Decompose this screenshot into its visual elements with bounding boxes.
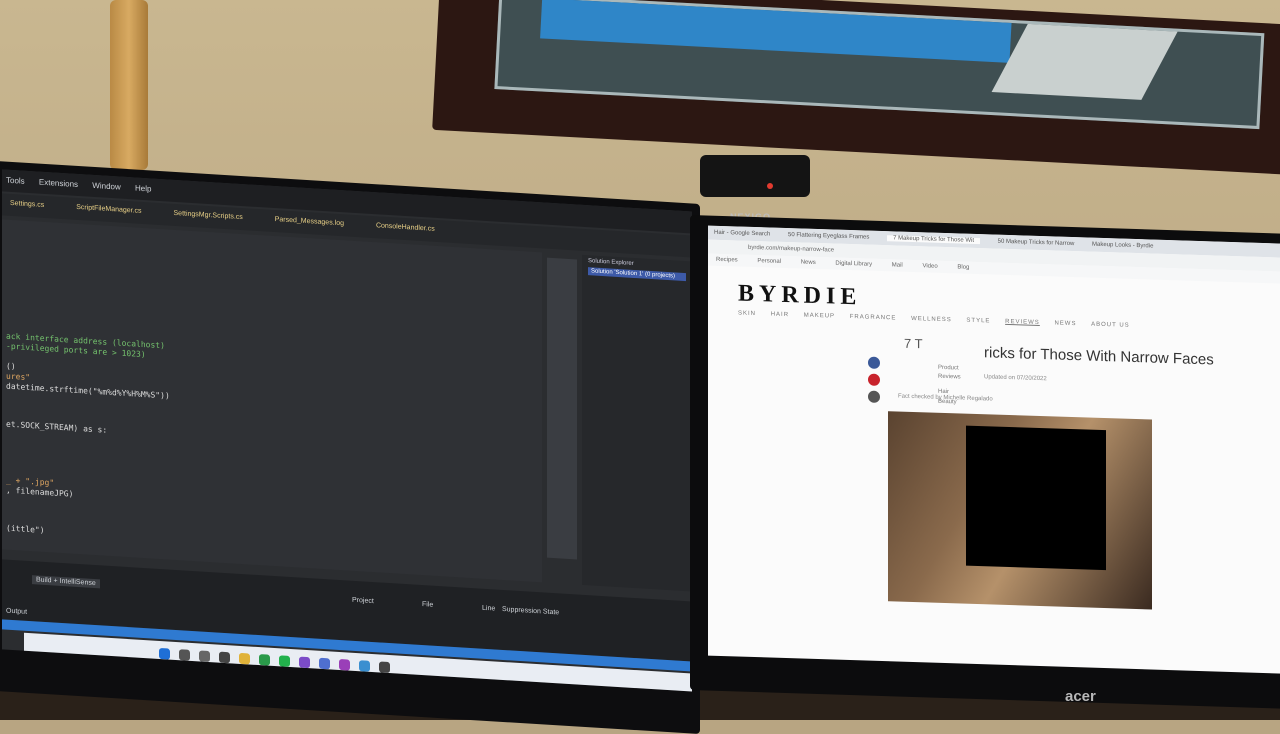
title-prefix: 7 T — [904, 336, 923, 352]
browser-tab[interactable]: Hair - Google Search — [714, 230, 770, 238]
task-view-icon[interactable] — [199, 650, 210, 662]
bookmark-item[interactable]: News — [801, 259, 816, 265]
bookmark-item[interactable]: Personal — [757, 258, 781, 265]
artwork-grey-shape — [992, 24, 1178, 100]
article-hero-image — [888, 411, 1152, 609]
menu-item[interactable]: Help — [135, 183, 151, 193]
solution-explorer: Solution Explorer Solution 'Solution 1' … — [582, 255, 692, 592]
editor-tab[interactable]: ScriptFileManager.cs — [76, 204, 141, 215]
app-icon[interactable] — [339, 659, 350, 671]
output-caption: Output — [6, 608, 27, 616]
column-header: Line — [482, 605, 495, 613]
dell-logo: DELL — [322, 679, 355, 692]
windows-start-icon[interactable] — [970, 671, 981, 675]
code-line: , filenameJPG) — [6, 486, 73, 499]
menu-item[interactable]: Tools — [6, 176, 25, 186]
webcam — [700, 155, 810, 197]
column-header: File — [422, 601, 433, 609]
site-nav: SKIN HAIR MAKEUP FRAGRANCE WELLNESS STYL… — [738, 311, 1142, 330]
browser-tab-active[interactable]: 7 Makeup Tricks for Those Wit — [887, 235, 980, 244]
editor-tab[interactable]: SettingsMgr.Scripts.cs — [174, 210, 243, 221]
bookmark-item[interactable]: Mail — [892, 262, 903, 268]
site-logo[interactable]: BYRDIE — [738, 281, 861, 312]
code-line: (ittle") — [6, 524, 45, 535]
app-icon[interactable] — [219, 652, 230, 664]
facebook-icon[interactable] — [868, 357, 880, 369]
menu-item[interactable]: Extensions — [39, 178, 78, 189]
share-buttons — [868, 357, 880, 408]
app-icon[interactable] — [259, 654, 270, 666]
search-icon[interactable] — [179, 649, 190, 661]
bookmark-item[interactable]: Video — [922, 263, 937, 269]
article-date: Updated on 07/20/2022 — [984, 374, 1047, 382]
app-icon[interactable] — [1024, 672, 1035, 675]
file-explorer-icon[interactable] — [1042, 673, 1053, 675]
nav-link[interactable]: HAIR — [771, 312, 789, 319]
app-icon[interactable] — [379, 661, 390, 673]
code-line: ures" — [6, 372, 30, 382]
article-title: ricks for Those With Narrow Faces — [984, 344, 1214, 368]
byline-text: Reviews — [938, 372, 961, 384]
code-line: () — [6, 362, 16, 372]
bookmark-item[interactable]: Digital Library — [835, 261, 872, 268]
framed-artwork — [494, 0, 1264, 129]
app-icon[interactable] — [1060, 674, 1071, 675]
file-explorer-icon[interactable] — [239, 653, 250, 665]
editor-tab[interactable]: Settings.cs — [10, 200, 44, 209]
code-editor[interactable]: ack interface address (localhost) -privi… — [2, 219, 542, 582]
chrome-icon[interactable] — [1078, 674, 1089, 675]
redaction-box — [966, 426, 1106, 570]
browser-tab[interactable]: 50 Makeup Tricks for Narrow — [998, 239, 1075, 247]
nav-link[interactable]: MAKEUP — [804, 313, 835, 320]
windows-taskbar-right — [708, 656, 1280, 675]
nav-link[interactable]: ABOUT US — [1091, 322, 1130, 329]
code-line: et.SOCK_STREAM) as s: — [6, 420, 107, 435]
browser-tab[interactable]: Makeup Looks - Byrdie — [1092, 242, 1153, 250]
column-header: Suppression State — [502, 606, 559, 616]
app-icon[interactable] — [359, 660, 370, 672]
code-minimap[interactable] — [547, 258, 577, 560]
visual-studio-icon[interactable] — [299, 657, 310, 669]
editor-tab[interactable]: Parsed_Messages.log — [275, 216, 344, 227]
artwork-blue-band — [540, 0, 1011, 63]
browser-window: Hair - Google Search 50 Flattering Eyegl… — [708, 226, 1280, 675]
chrome-icon[interactable] — [279, 655, 290, 667]
ide-window: Tools Extensions Window Help Settings.cs… — [2, 169, 692, 691]
build-dropdown[interactable]: Build + IntelliSense — [32, 575, 100, 588]
pinterest-icon[interactable] — [868, 374, 880, 386]
left-monitor: Tools Extensions Window Help Settings.cs… — [0, 160, 700, 734]
search-icon[interactable] — [988, 671, 999, 675]
app-icon[interactable] — [319, 658, 330, 670]
windows-start-icon[interactable] — [159, 648, 170, 660]
acer-logo: acer — [1065, 688, 1096, 705]
address-text[interactable]: byrdie.com/makeup-narrow-face — [748, 245, 834, 254]
editor-tab[interactable]: ConsoleHandler.cs — [376, 222, 435, 233]
code-line: datetime.strftime("%m%d%Y%H%M%S")) — [6, 382, 170, 401]
email-icon[interactable] — [868, 391, 880, 403]
nav-link[interactable]: WELLNESS — [911, 316, 952, 323]
nav-link[interactable]: SKIN — [738, 311, 756, 318]
column-header: Project — [352, 597, 374, 605]
menu-item[interactable]: Window — [92, 181, 120, 192]
nav-link[interactable]: FRAGRANCE — [850, 314, 897, 321]
right-monitor: Hair - Google Search 50 Flattering Eyegl… — [690, 215, 1280, 710]
nav-link[interactable]: REVIEWS — [1005, 319, 1040, 326]
task-view-icon[interactable] — [1006, 672, 1017, 675]
browser-tab[interactable]: 50 Flattering Eyeglass Frames — [788, 232, 869, 241]
webcam-led-indicator — [767, 183, 773, 189]
bookmark-item[interactable]: Recipes — [716, 257, 738, 264]
nav-link[interactable]: NEWS — [1054, 320, 1076, 327]
bookmark-item[interactable]: Blog — [957, 264, 969, 270]
nav-link[interactable]: STYLE — [966, 318, 990, 325]
wooden-paddle — [110, 0, 148, 170]
